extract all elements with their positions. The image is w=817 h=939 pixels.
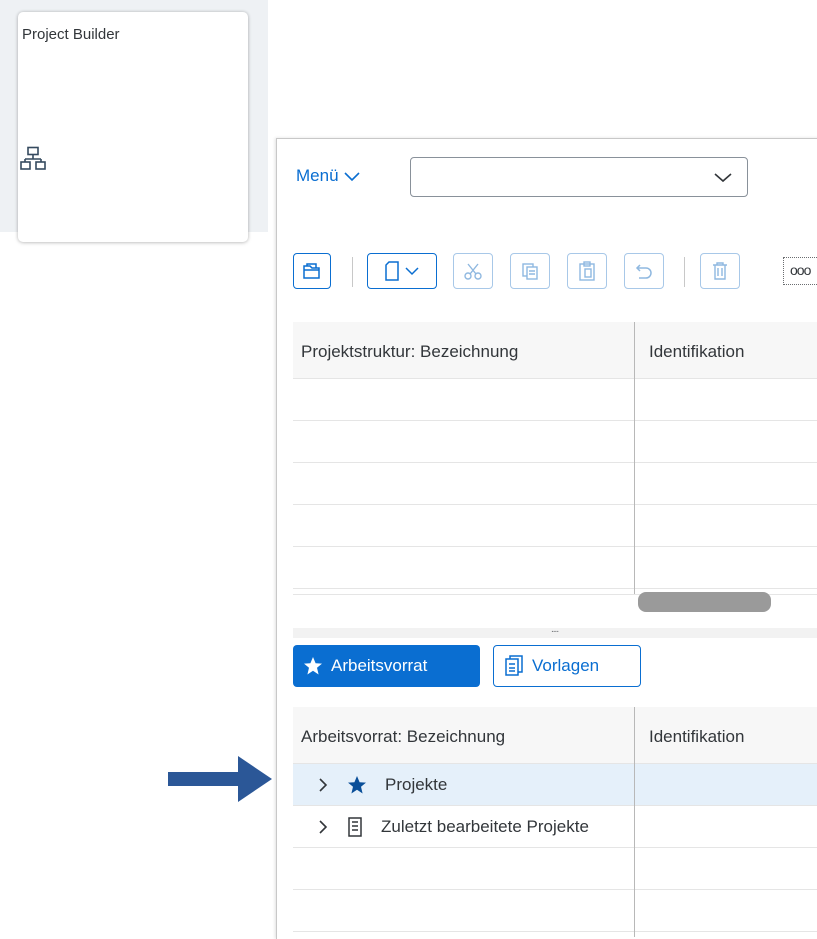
tile-title: Project Builder [22,26,120,43]
paste-icon [579,261,595,281]
project-builder-tile[interactable] [18,12,248,242]
column-header[interactable]: Identifikation [649,727,744,747]
delete-icon [713,262,727,280]
menu-select[interactable] [410,157,748,197]
star-icon [348,776,366,794]
splitter-handle[interactable]: .... [551,624,559,635]
table-row[interactable] [293,463,817,505]
hierarchy-icon [20,146,46,177]
open-button[interactable] [293,253,331,289]
copy-button[interactable] [510,253,550,289]
row-label: Projekte [385,775,448,794]
table-row[interactable] [293,848,817,890]
table-row[interactable] [293,505,817,547]
menu-button[interactable]: Menü [296,166,361,186]
star-icon [304,657,322,675]
column-divider [634,322,635,594]
column-header[interactable]: Identifikation [649,342,744,362]
toolbar-separator [352,257,353,287]
template-icon [505,655,523,676]
table-row[interactable] [293,547,817,589]
chevron-down-icon [343,172,360,182]
toolbar-separator [684,257,685,287]
tab-label: Vorlagen [532,656,600,675]
chevron-down-icon [405,267,419,276]
scrollbar-thumb[interactable] [638,592,771,612]
paste-button[interactable] [567,253,607,289]
table-row[interactable]: Projekte [293,764,817,806]
table-header: Projektstruktur: Bezeichnung Identifikat… [293,322,817,379]
copy-icon [522,263,538,280]
more-button[interactable]: ooo [783,257,817,285]
tab-vorlagen[interactable]: Vorlagen [493,645,641,687]
table-row[interactable] [293,379,817,421]
cut-icon [464,263,482,280]
arrow-annotation-icon [168,754,274,809]
delete-button[interactable] [700,253,740,289]
create-icon [385,261,399,281]
open-icon [303,263,320,279]
table-row[interactable]: Zuletzt bearbeitete Projekte [293,806,817,848]
tab-label: Arbeitsvorrat [331,656,428,675]
column-header[interactable]: Projektstruktur: Bezeichnung [301,342,518,362]
row-label: Zuletzt bearbeitete Projekte [381,817,589,836]
table-row[interactable] [293,421,817,463]
table-row[interactable] [293,890,817,932]
chevron-right-icon[interactable] [317,819,329,835]
column-header[interactable]: Arbeitsvorrat: Bezeichnung [301,727,505,747]
project-structure-table: Projektstruktur: Bezeichnung Identifikat… [293,322,817,594]
column-divider [634,707,635,937]
chevron-down-icon[interactable] [713,170,733,184]
undo-button[interactable] [624,253,664,289]
document-icon [348,817,362,837]
undo-icon [635,264,652,279]
chevron-right-icon[interactable] [317,777,329,793]
worklist-table: Arbeitsvorrat: Bezeichnung Identifikatio… [293,707,817,937]
create-button[interactable] [367,253,437,289]
cut-button[interactable] [453,253,493,289]
tab-arbeitsvorrat[interactable]: Arbeitsvorrat [293,645,480,687]
table-header: Arbeitsvorrat: Bezeichnung Identifikatio… [293,707,817,764]
menu-label: Menü [296,166,339,185]
